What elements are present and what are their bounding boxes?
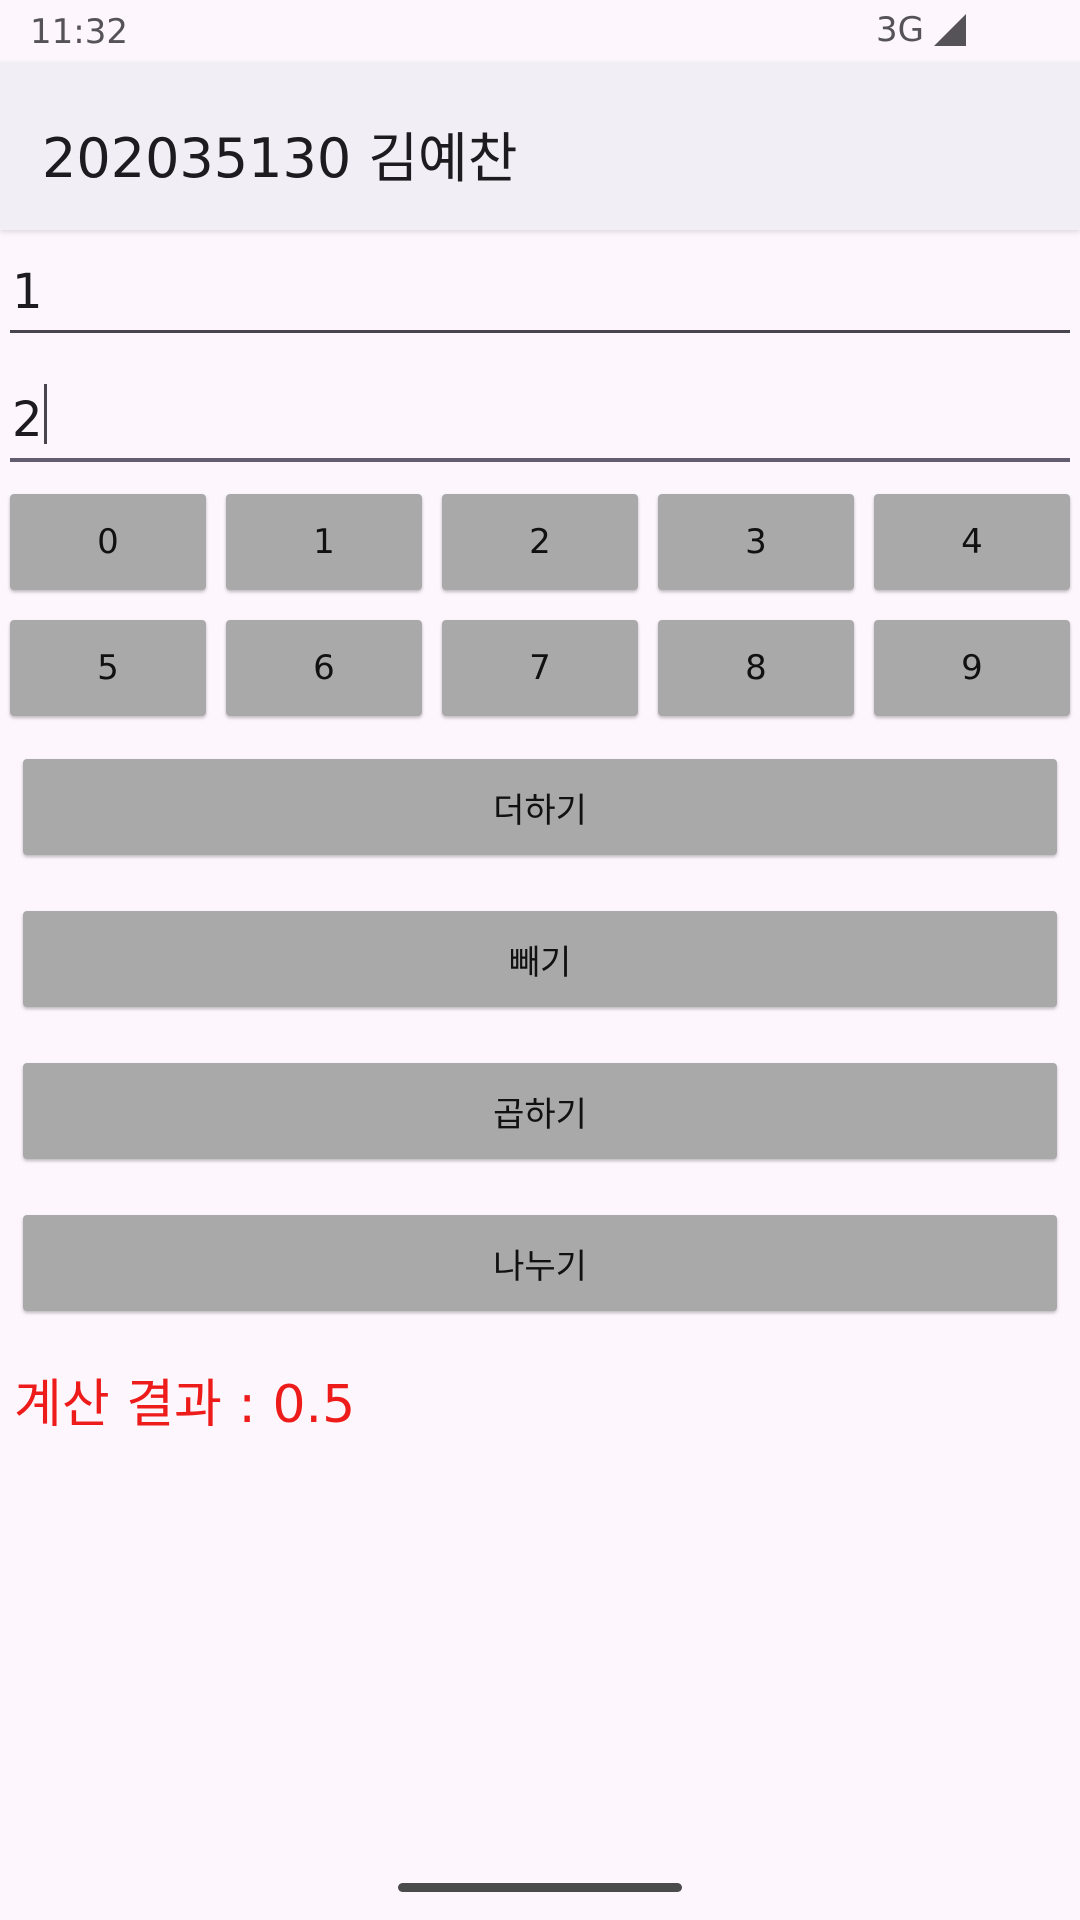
first-number-value: 1 [12, 264, 43, 320]
digit-button-2[interactable]: 2 [442, 494, 638, 590]
add-button[interactable]: 더하기 [23, 759, 1057, 855]
first-number-field[interactable]: 1 [10, 258, 1070, 333]
signal-icon [934, 14, 966, 46]
status-time: 11:32 [30, 12, 128, 52]
second-number-value: 2 [12, 392, 43, 448]
divide-button[interactable]: 나누기 [23, 1215, 1057, 1311]
digit-button-3[interactable]: 3 [658, 494, 854, 590]
app-bar: 202035130 김예찬 [0, 62, 1080, 230]
subtract-button[interactable]: 빼기 [23, 911, 1057, 1007]
digit-button-0[interactable]: 0 [10, 494, 206, 590]
digit-button-8[interactable]: 8 [658, 620, 854, 716]
second-number-field[interactable]: 2 [10, 380, 1070, 462]
digit-button-1[interactable]: 1 [226, 494, 422, 590]
digit-button-7[interactable]: 7 [442, 620, 638, 716]
multiply-button[interactable]: 곱하기 [23, 1063, 1057, 1159]
calculation-result: 계산 결과 : 0.5 [14, 1375, 356, 1435]
app-title: 202035130 김예찬 [42, 127, 518, 190]
status-indicators: 3G [876, 10, 968, 50]
second-number-text: 2 [12, 384, 47, 448]
digit-button-9[interactable]: 9 [874, 620, 1070, 716]
status-bar: 11:32 3G [0, 0, 1080, 62]
text-cursor [43, 384, 47, 444]
digit-button-5[interactable]: 5 [10, 620, 206, 716]
gesture-nav-handle[interactable] [398, 1883, 682, 1892]
network-type: 3G [876, 10, 924, 50]
digit-button-4[interactable]: 4 [874, 494, 1070, 590]
digit-button-6[interactable]: 6 [226, 620, 422, 716]
